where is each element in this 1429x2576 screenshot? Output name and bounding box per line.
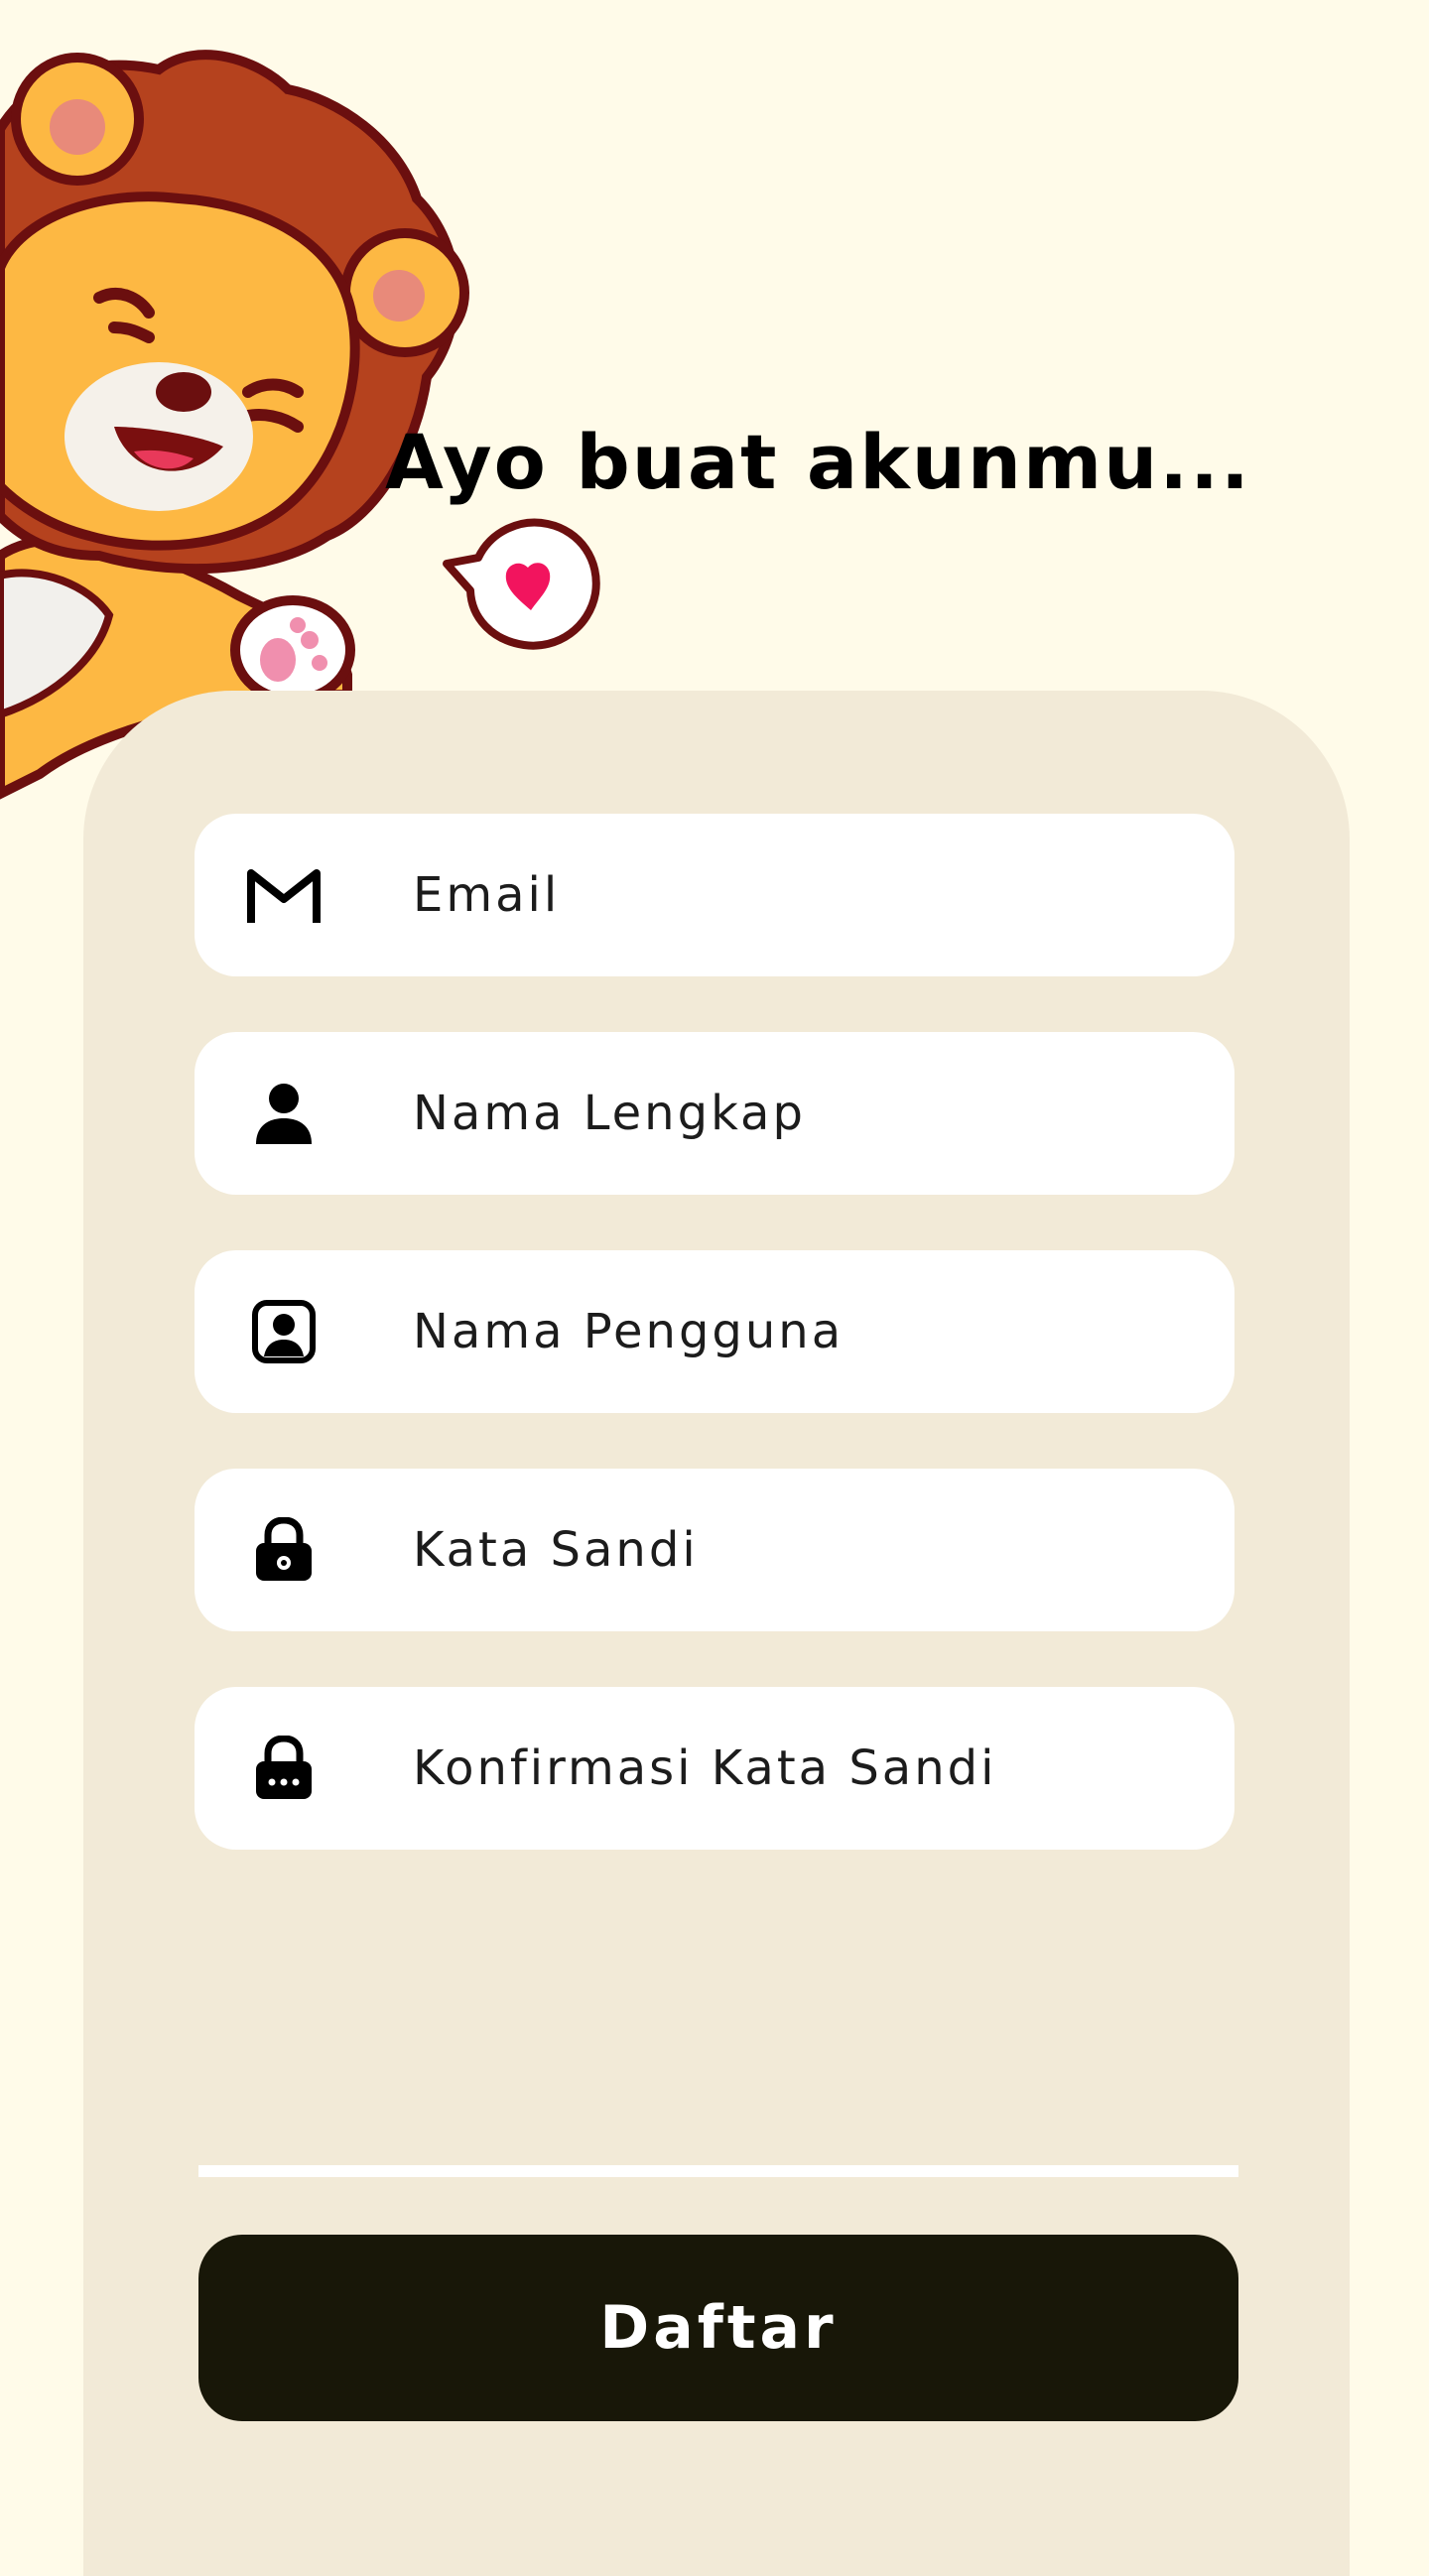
email-field[interactable]: Email — [195, 814, 1234, 976]
password-field[interactable]: Kata Sandi — [195, 1469, 1234, 1631]
username-placeholder: Nama Pengguna — [413, 1304, 844, 1359]
register-button-label: Daftar — [599, 2293, 838, 2363]
lock-password-icon — [244, 1729, 324, 1808]
account-box-icon — [244, 1292, 324, 1371]
gmail-icon — [244, 855, 324, 935]
email-placeholder: Email — [413, 867, 561, 923]
register-button[interactable]: Daftar — [198, 2235, 1238, 2421]
full-name-placeholder: Nama Lengkap — [413, 1086, 806, 1141]
page-title: Ayo buat akunmu... — [385, 417, 1251, 506]
confirm-password-field[interactable]: Konfirmasi Kata Sandi — [195, 1687, 1234, 1850]
full-name-field[interactable]: Nama Lengkap — [195, 1032, 1234, 1195]
username-field[interactable]: Nama Pengguna — [195, 1250, 1234, 1413]
confirm-password-placeholder: Konfirmasi Kata Sandi — [413, 1740, 997, 1796]
form-divider — [198, 2165, 1238, 2177]
heart-speech-bubble-icon — [443, 518, 600, 650]
person-icon — [244, 1074, 324, 1153]
password-placeholder: Kata Sandi — [413, 1522, 699, 1578]
lock-icon — [244, 1510, 324, 1590]
